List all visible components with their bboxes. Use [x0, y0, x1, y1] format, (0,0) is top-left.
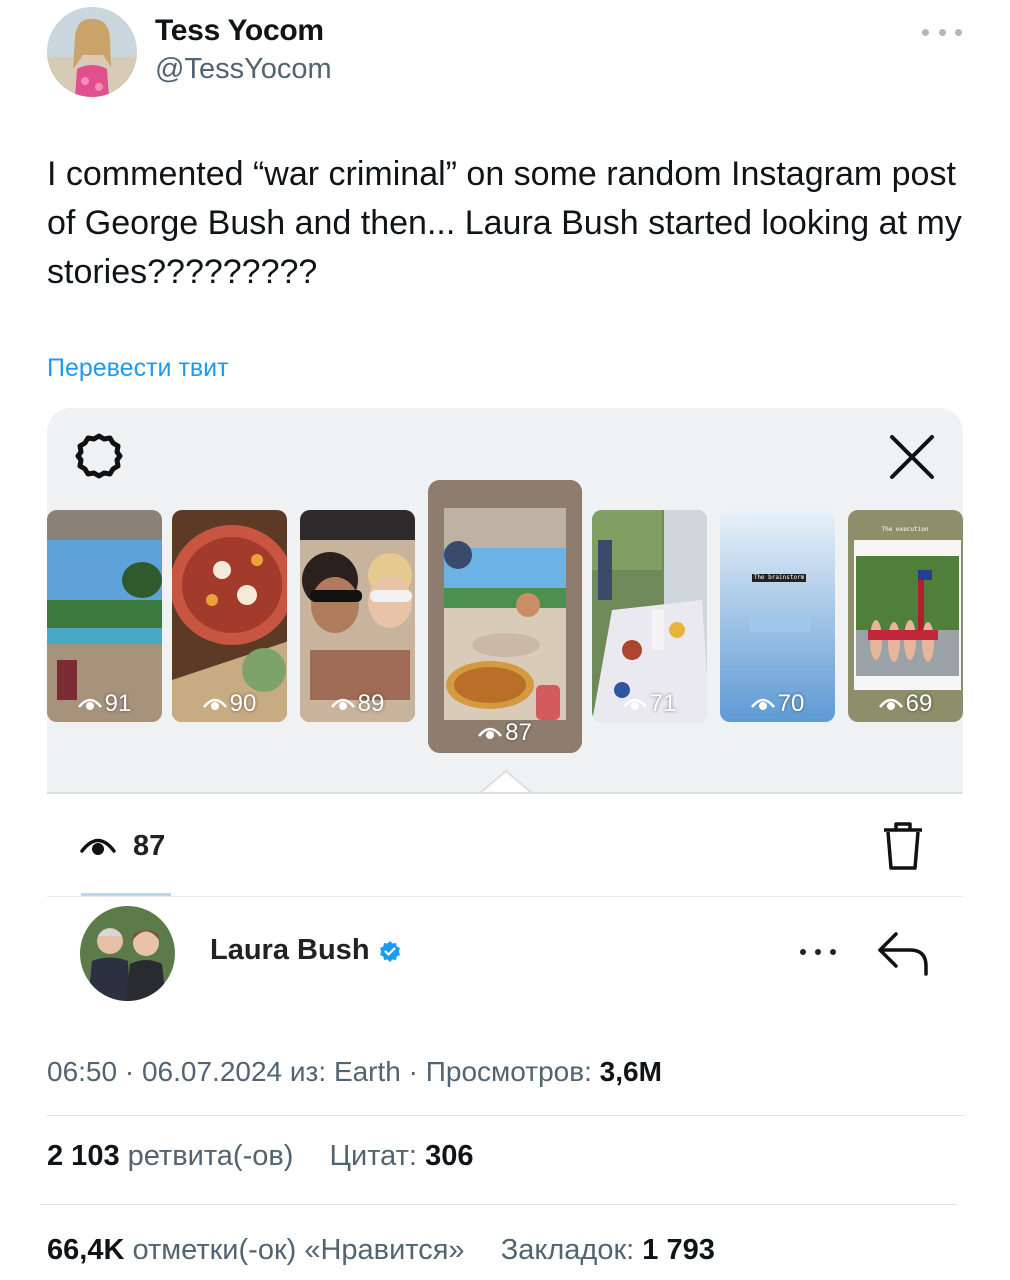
- divider: [47, 1115, 963, 1116]
- divider: [40, 1204, 956, 1205]
- tweet-time[interactable]: 06:50: [47, 1056, 117, 1087]
- likes-count[interactable]: 66,4K: [47, 1234, 124, 1266]
- story-thumbnail: The execution 69: [848, 510, 963, 722]
- story-views: 89: [357, 690, 385, 717]
- tweet-text: I commented “war criminal” on some rando…: [47, 155, 962, 291]
- story-thumbnail-selected: 87: [428, 480, 582, 753]
- story-thumbnail: 71: [592, 510, 707, 722]
- retweets-count[interactable]: 2 103: [47, 1140, 120, 1172]
- quotes-label[interactable]: Цитат:: [330, 1140, 417, 1172]
- viewer-name[interactable]: Laura Bush: [210, 934, 370, 967]
- story-thumbnail: 89: [300, 510, 415, 722]
- retweets-label[interactable]: ретвита(-ов): [128, 1140, 294, 1172]
- author-name[interactable]: Tess Yocom: [155, 14, 324, 48]
- eye-icon: [750, 698, 775, 710]
- gear-icon: [75, 433, 123, 479]
- viewer-avatar[interactable]: [80, 906, 175, 1001]
- selection-notch: [480, 770, 532, 794]
- eye-icon: [202, 698, 227, 710]
- bookmarks-label[interactable]: Закладок:: [501, 1234, 635, 1266]
- story-view-total: 87: [133, 830, 166, 862]
- story-view-count: 91: [47, 690, 162, 718]
- story-view-count: 70: [720, 690, 835, 718]
- bookmarks-count[interactable]: 1 793: [642, 1234, 715, 1266]
- story-thumbnail: 90: [172, 510, 287, 722]
- story-view-count: 71: [592, 690, 707, 718]
- author-avatar[interactable]: [47, 7, 137, 97]
- story-caption: The brainstorm: [753, 574, 805, 581]
- story-view-count: 69: [848, 690, 963, 718]
- story-views: 71: [649, 690, 677, 717]
- more-icon[interactable]: [918, 20, 966, 44]
- trash-icon[interactable]: [880, 820, 926, 872]
- likes-label[interactable]: отметки(-ок) «Нравится»: [132, 1234, 464, 1266]
- separator-dot: ·: [408, 1056, 426, 1087]
- tweet-header: Tess Yocom @TessYocom: [0, 0, 1010, 110]
- eye-icon: [478, 727, 503, 739]
- separator-dot: ·: [124, 1056, 142, 1087]
- eye-icon: [622, 698, 647, 710]
- translate-link[interactable]: Перевести твит: [47, 354, 229, 383]
- story-view-count: 90: [172, 690, 287, 718]
- reply-icon[interactable]: [876, 928, 930, 978]
- eye-icon: [330, 698, 355, 710]
- card-divider: [47, 792, 963, 794]
- divider: [47, 896, 963, 897]
- story-views: 91: [104, 690, 132, 717]
- story-view-count: 87: [428, 719, 582, 747]
- story-caption: The execution: [881, 526, 929, 533]
- story-view-count: 89: [300, 690, 415, 718]
- eye-icon: [77, 698, 102, 710]
- tweet-date[interactable]: 06.07.2024: [142, 1056, 282, 1087]
- likes-bookmarks-stats: 66,4K отметки(-ок) «Нравится» Закладок: …: [47, 1234, 715, 1267]
- source-prefix: из:: [289, 1056, 327, 1087]
- more-icon[interactable]: [800, 946, 836, 958]
- views-value: 3,6M: [599, 1056, 662, 1087]
- eye-icon: [80, 838, 116, 855]
- verified-badge-icon: [380, 941, 400, 962]
- story-views: 90: [229, 690, 257, 717]
- author-handle[interactable]: @TessYocom: [155, 53, 332, 86]
- quotes-count[interactable]: 306: [425, 1140, 473, 1172]
- tweet-meta: 06:50 · 06.07.2024 из: Earth · Просмотро…: [47, 1056, 662, 1088]
- close-icon: [890, 435, 934, 479]
- story-thumbnail: 91: [47, 510, 162, 722]
- story-views: 87: [505, 719, 532, 746]
- retweet-quote-stats: 2 103 ретвита(-ов) Цитат: 306: [47, 1140, 473, 1173]
- views-label: Просмотров:: [425, 1056, 592, 1087]
- tweet-source: Earth: [333, 1056, 401, 1087]
- story-thumbnail: The brainstorm 70: [720, 510, 835, 722]
- story-views: 70: [777, 690, 805, 717]
- story-views: 69: [905, 690, 933, 717]
- eye-icon: [878, 698, 903, 710]
